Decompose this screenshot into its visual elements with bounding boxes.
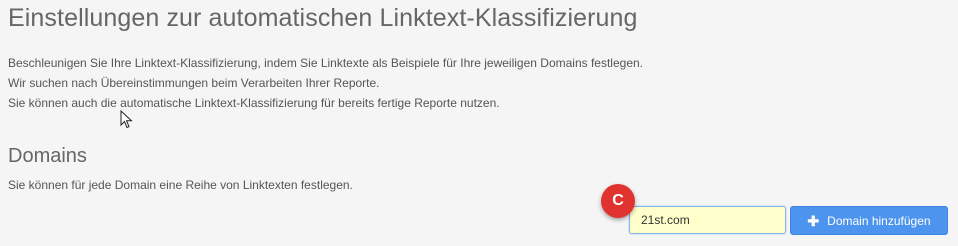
add-domain-button-label: Domain hinzufügen xyxy=(827,213,931,228)
plus-icon: ✚ xyxy=(807,212,820,229)
domains-section-description: Sie können für jede Domain eine Reihe vo… xyxy=(8,178,353,192)
mouse-pointer-icon xyxy=(120,110,133,129)
intro-line-2: Wir suchen nach Übereinstimmungen beim V… xyxy=(8,76,380,90)
domains-section-title: Domains xyxy=(8,145,87,167)
step-marker: C xyxy=(601,184,635,218)
add-domain-button[interactable]: ✚ Domain hinzufügen xyxy=(790,206,948,235)
intro-line-3: Sie können auch die automatische Linktex… xyxy=(8,96,500,110)
intro-line-1: Beschleunigen Sie Ihre Linktext-Klassifi… xyxy=(8,56,644,70)
intro-text: Beschleunigen Sie Ihre Linktext-Klassifi… xyxy=(8,53,643,113)
page-title: Einstellungen zur automatischen Linktext… xyxy=(8,4,638,32)
step-marker-label: C xyxy=(612,192,624,209)
domain-input[interactable] xyxy=(629,206,786,234)
